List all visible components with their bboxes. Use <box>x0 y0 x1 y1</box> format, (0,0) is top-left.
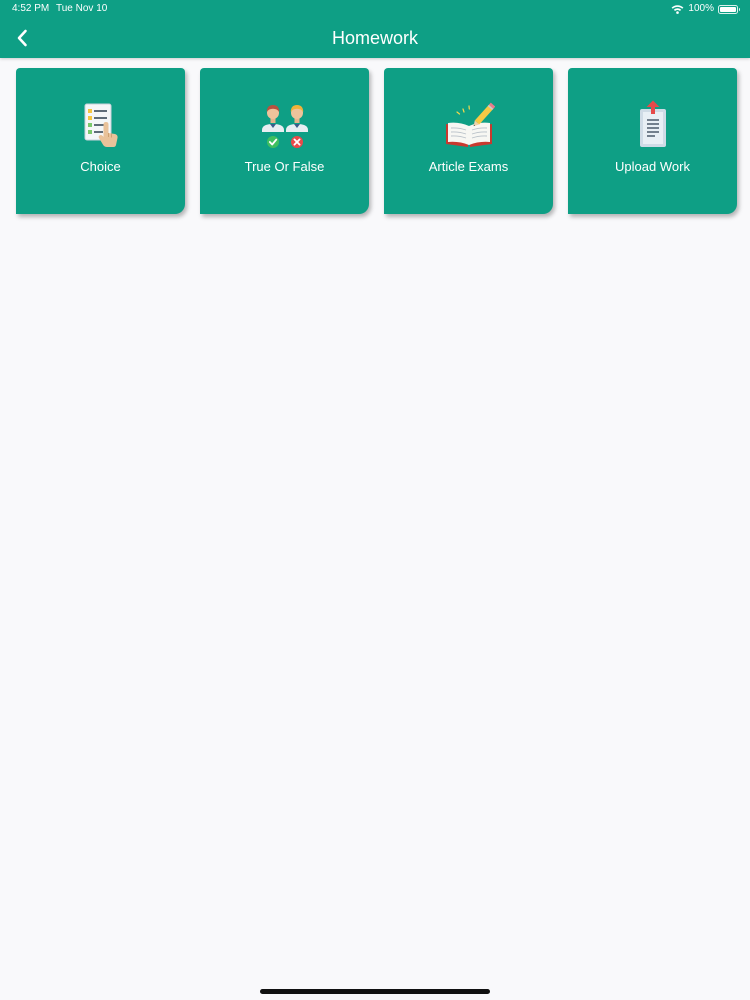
article-exams-card[interactable]: Article Exams <box>384 68 553 214</box>
card-label: Article Exams <box>428 159 509 174</box>
checklist-tap-icon <box>84 103 118 147</box>
nav-bar: Homework <box>0 18 750 58</box>
status-indicators: 100% <box>671 0 740 18</box>
choice-card[interactable]: Choice <box>16 68 185 214</box>
app-header: 4:52 PM Tue Nov 10 100% Homework <box>0 0 750 58</box>
status-time: 4:52 PM <box>12 3 50 14</box>
page-title: Homework <box>331 28 419 48</box>
status-date: Tue Nov 10 <box>56 3 108 14</box>
document-upload-icon <box>639 100 666 147</box>
battery-icon <box>718 4 740 14</box>
open-book-pencil-icon <box>445 102 495 147</box>
card-label: Upload Work <box>615 159 690 174</box>
battery-level <box>720 6 736 12</box>
home-indicator <box>260 989 490 994</box>
upload-work-card[interactable]: Upload Work <box>568 68 737 214</box>
battery-percent: 100% <box>688 3 714 14</box>
card-label: True Or False <box>244 159 325 174</box>
true-false-people-icon <box>261 105 308 148</box>
card-label: Choice <box>80 159 121 174</box>
status-bar: 4:52 PM Tue Nov 10 100% <box>0 0 750 18</box>
true-or-false-card[interactable]: True Or False <box>200 68 369 214</box>
wifi-icon <box>672 5 684 14</box>
homework-cards: Choice True Or False Article Exams Uploa… <box>16 68 737 214</box>
